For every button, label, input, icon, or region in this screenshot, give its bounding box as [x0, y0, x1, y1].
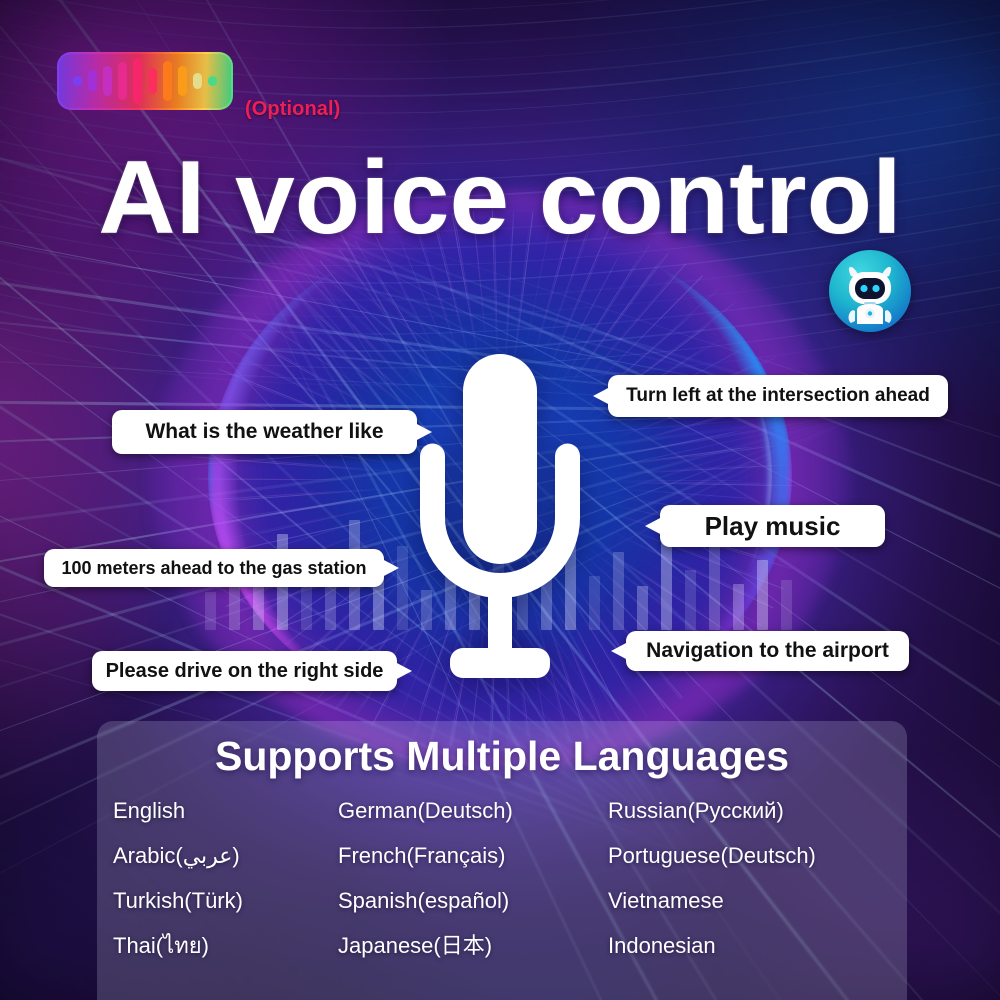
language-item: Spanish(español)	[338, 888, 510, 914]
language-item: Portuguese(Deutsch)	[608, 843, 816, 869]
language-item: German(Deutsch)	[338, 798, 513, 823]
speech-bubble-text: Please drive on the right side	[105, 659, 384, 682]
waveform-bar-7	[178, 66, 187, 96]
ai-assistant-robot-icon	[829, 250, 911, 332]
speech-bubble-text: What is the weather like	[145, 420, 384, 443]
optional-label: (Optional)	[245, 98, 341, 120]
language-item: Turkish(Türk)	[113, 888, 243, 914]
speech-bubble-tail	[645, 517, 662, 535]
speech-bubble-tail	[593, 387, 610, 405]
languages-panel: Supports Multiple Languages English Germa…	[97, 721, 907, 1000]
speech-bubble-airport-nav: Navigation to the airport	[611, 631, 909, 671]
waveform-bar-4	[133, 58, 142, 104]
waveform-bar-6	[163, 61, 172, 101]
speech-bubble-tail	[395, 662, 412, 680]
speech-bubble-weather: What is the weather like	[112, 410, 432, 454]
language-item: Indonesian	[608, 933, 716, 959]
speech-bubble-right-side: Please drive on the right side	[92, 651, 412, 691]
speech-bubble-text: 100 meters ahead to the gas station	[61, 557, 367, 578]
language-item: Arabic(عربي)	[113, 843, 240, 869]
waveform-bar-0	[73, 76, 82, 86]
speech-bubble-tail	[382, 559, 399, 577]
speech-bubble-tail	[611, 642, 628, 660]
speech-bubble-play-music: Play music	[645, 505, 885, 547]
waveform-bar-8	[193, 73, 202, 89]
waveform-bar-9	[208, 76, 217, 86]
languages-grid: English German(Deutsch) Russian(Русский) Ar…	[113, 799, 897, 957]
waveform-bar-1	[88, 70, 97, 92]
speech-bubble-text: Navigation to the airport	[646, 639, 889, 662]
language-item: English	[113, 798, 186, 823]
speech-bubble-turn-left: Turn left at the intersection ahead	[593, 375, 948, 417]
speech-bubble-text: Turn left at the intersection ahead	[626, 385, 930, 406]
language-item: Thai(ไทย)	[113, 933, 209, 959]
speech-bubble-tail	[415, 423, 432, 441]
waveform-bar-5	[148, 68, 157, 94]
language-item: Russian(Русский)	[608, 798, 784, 823]
microphone-icon	[398, 352, 602, 697]
voice-waveform-badge	[57, 52, 233, 110]
speech-bubble-gas-station: 100 meters ahead to the gas station	[44, 549, 399, 587]
language-item: French(Français)	[338, 843, 506, 869]
waveform-bar-2	[103, 66, 112, 96]
page-title: AI voice control	[98, 140, 902, 256]
language-item: Japanese(日本)	[338, 933, 493, 959]
speech-bubble-text: Play music	[704, 510, 841, 541]
promo-banner: (Optional) AI voice control What is the …	[0, 0, 1000, 1000]
languages-heading: Supports Multiple Languages	[214, 733, 790, 779]
waveform-bar-3	[118, 62, 127, 100]
language-item: Vietnamese	[608, 888, 724, 914]
